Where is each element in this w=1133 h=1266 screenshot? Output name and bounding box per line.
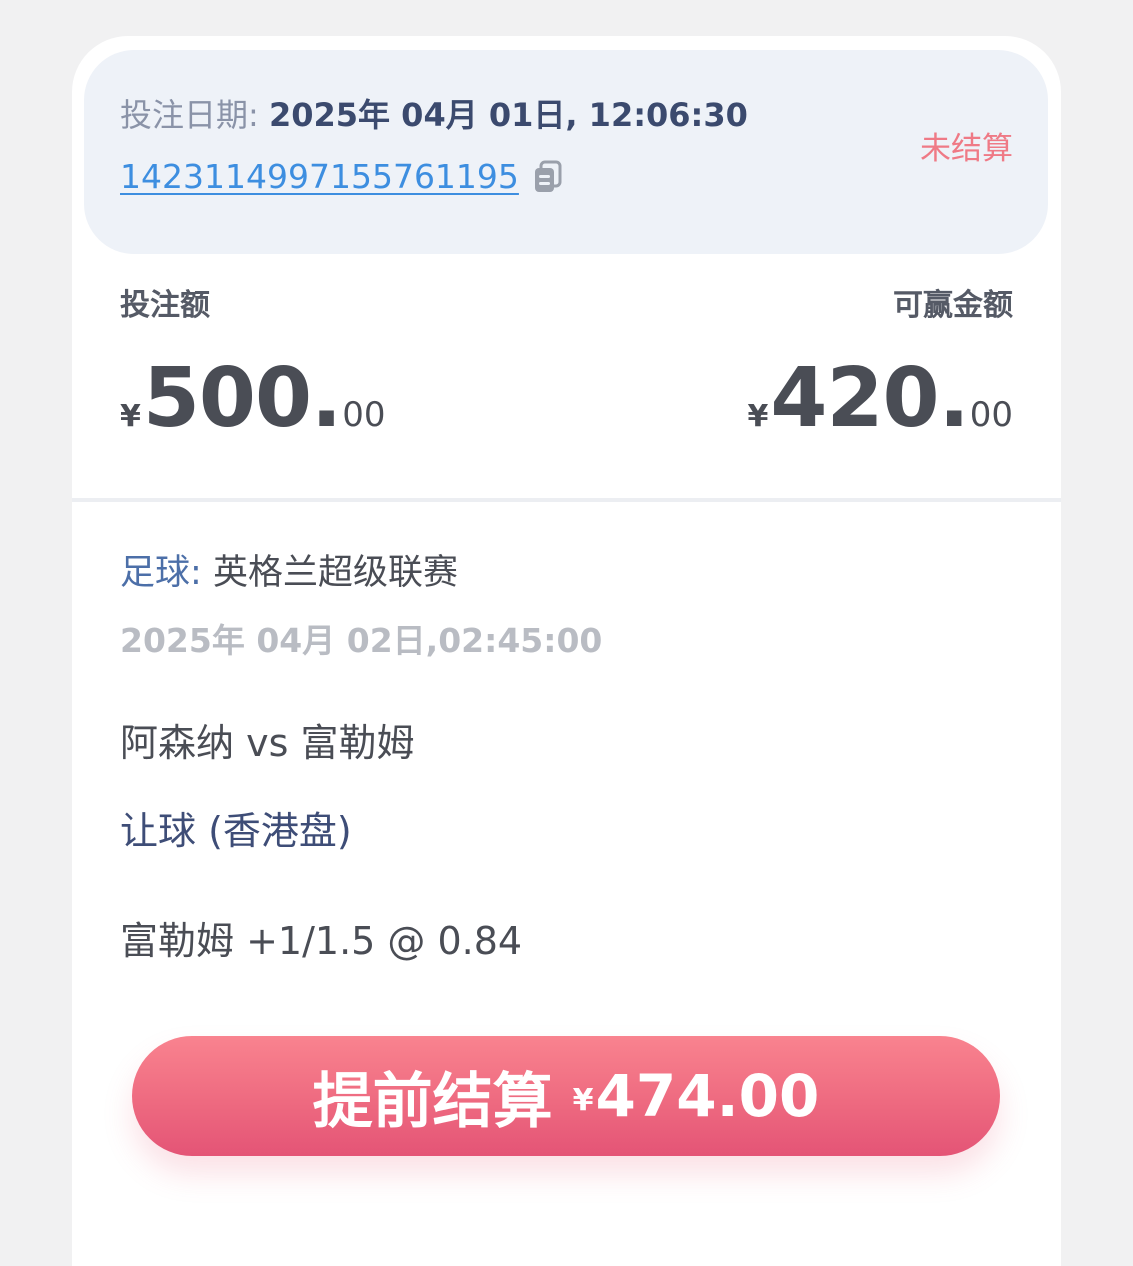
stake-amount: ¥ 500 . 00 <box>120 354 385 444</box>
bet-selection: 富勒姆 +1/1.5 @ 0.84 <box>120 919 523 963</box>
sport-league: 足球: 英格兰超级联赛 <box>120 550 458 596</box>
stake-label: 投注额 <box>120 288 210 323</box>
status-badge: 未结算 <box>920 131 1013 167</box>
match-time: 2025年 04月 02日,02:45:00 <box>120 621 603 660</box>
payout-label: 可赢金额 <box>893 288 1013 323</box>
bet-market: 让球 (香港盘) <box>120 809 352 853</box>
payout-dot: . <box>938 351 970 446</box>
bet-header <box>84 50 1048 254</box>
payout-amount: ¥ 420 . 00 <box>748 354 1013 444</box>
cashout-amount: 474.00 <box>595 1062 820 1130</box>
sport-label: 足球: <box>120 553 202 593</box>
bet-date-label: 投注日期: <box>120 96 259 134</box>
stake-decimal: 00 <box>342 395 386 435</box>
cashout-button[interactable]: 提前结算 ¥ 474.00 <box>132 1036 1000 1156</box>
copy-icon[interactable] <box>533 160 563 194</box>
stake-currency: ¥ <box>120 399 141 434</box>
ticket-row: 1423114997155761195 <box>120 154 563 200</box>
ticket-id-link[interactable]: 1423114997155761195 <box>120 154 519 200</box>
payout-decimal: 00 <box>969 395 1013 435</box>
cashout-label: 提前结算 <box>312 1066 553 1137</box>
section-divider <box>72 498 1061 502</box>
league-name: 英格兰超级联赛 <box>212 553 458 593</box>
stake-dot: . <box>311 351 343 446</box>
bet-date: 投注日期: 2025年 04月 01日, 12:06:30 <box>120 92 748 138</box>
bet-date-value: 2025年 04月 01日, 12:06:30 <box>268 96 748 134</box>
payout-integer: 420 <box>770 351 939 446</box>
payout-currency: ¥ <box>747 399 769 434</box>
cashout-currency: ¥ <box>572 1083 594 1118</box>
stake-integer: 500 <box>142 351 312 446</box>
match-teams: 阿森纳 vs 富勒姆 <box>120 721 415 765</box>
